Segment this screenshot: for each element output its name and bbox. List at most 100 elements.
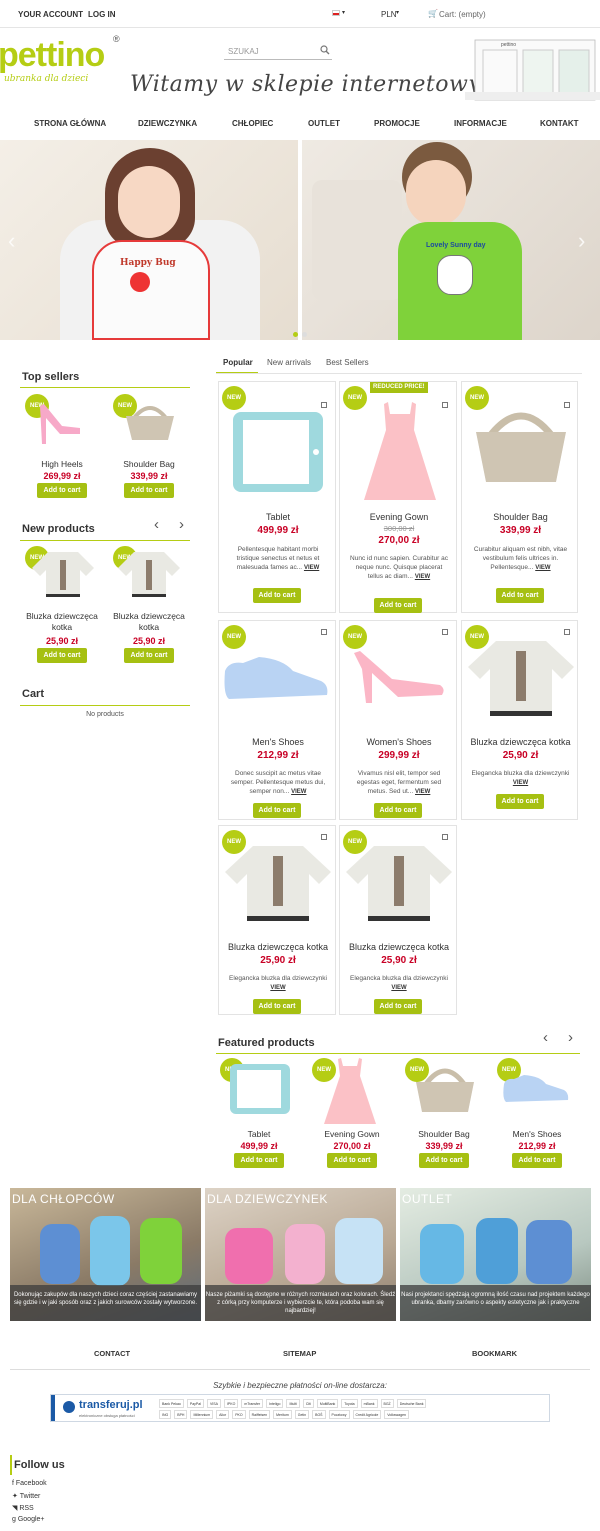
product-name[interactable]: Bluzka dziewczęca kotka (22, 611, 102, 633)
login-link[interactable]: LOG IN (88, 10, 116, 19)
add-to-cart-button[interactable]: Add to cart (419, 1153, 469, 1168)
next-arrow-icon[interactable]: › (568, 1029, 573, 1046)
tab-best-sellers[interactable]: Best Sellers (326, 358, 369, 367)
product-card[interactable]: NEW Shoulder Bag 339,99 zł Curabitur ali… (461, 381, 578, 613)
view-link[interactable]: VIEW (270, 985, 285, 991)
your-account-link[interactable]: YOUR ACCOUNT (18, 10, 83, 19)
cart-summary[interactable]: Cart: (empty) (439, 10, 486, 19)
add-to-cart-button[interactable]: Add to cart (496, 794, 544, 809)
add-to-cart-button[interactable]: Add to cart (37, 648, 87, 663)
nav-outlet[interactable]: OUTLET (308, 119, 340, 128)
product-card[interactable]: NEW Bluzka dziewczęca kotka 25,90 zł Ele… (339, 825, 457, 1015)
add-to-cart-button[interactable]: Add to cart (512, 1153, 562, 1168)
tablet-image[interactable] (228, 1062, 292, 1116)
search-icon[interactable] (320, 45, 330, 55)
language-flag-icon[interactable] (332, 10, 340, 16)
view-link[interactable]: VIEW (535, 565, 550, 571)
product-card[interactable]: NEW Men's Shoes 212,99 zł Donec suscipit… (218, 620, 336, 820)
logo[interactable]: pettino (0, 36, 105, 75)
shoulder-bag-image[interactable] (414, 1068, 476, 1114)
hero-slider[interactable]: Happy Bug Lovely Sunny day ‹ › (0, 140, 600, 340)
product-name[interactable]: Women's Shoes (340, 737, 458, 747)
product-card[interactable]: NEW Women's Shoes 299,99 zł Vivamus nisl… (339, 620, 457, 820)
compare-checkbox[interactable] (564, 629, 570, 635)
nav-contact[interactable]: KONTAKT (540, 119, 579, 128)
footer-sitemap-link[interactable]: SITEMAP (283, 1349, 316, 1358)
product-card[interactable]: NEW Tablet 499,99 zł Pellentesque habita… (218, 381, 336, 613)
add-to-cart-button[interactable]: Add to cart (374, 999, 422, 1014)
add-to-cart-button[interactable]: Add to cart (124, 483, 174, 498)
prev-arrow-icon[interactable]: ‹ (543, 1029, 548, 1046)
view-link[interactable]: VIEW (415, 789, 430, 795)
product-name[interactable]: Men's Shoes (494, 1129, 580, 1139)
add-to-cart-button[interactable]: Add to cart (253, 803, 301, 818)
prev-arrow-icon[interactable]: ‹ (154, 516, 159, 533)
slider-dot-active[interactable] (293, 332, 298, 337)
slider-next-icon[interactable]: › (578, 228, 585, 254)
nav-boy[interactable]: CHŁOPIEC (232, 119, 273, 128)
facebook-link[interactable]: f Facebook (12, 1480, 47, 1487)
add-to-cart-button[interactable]: Add to cart (253, 999, 301, 1014)
view-link[interactable]: VIEW (304, 565, 319, 571)
nav-home[interactable]: STRONA GŁÓWNA (34, 119, 106, 128)
add-to-cart-button[interactable]: Add to cart (327, 1153, 377, 1168)
add-to-cart-button[interactable]: Add to cart (253, 588, 301, 603)
rss-link[interactable]: ◥ RSS (12, 1504, 34, 1512)
product-name[interactable]: Bluzka dziewczęca kotka (462, 737, 579, 747)
product-name[interactable]: Tablet (216, 1129, 302, 1139)
compare-checkbox[interactable] (321, 629, 327, 635)
add-to-cart-button[interactable]: Add to cart (374, 803, 422, 818)
slider-dot[interactable] (302, 332, 307, 337)
compare-checkbox[interactable] (564, 402, 570, 408)
product-name[interactable]: Bluzka dziewczęca kotka (340, 942, 458, 952)
nav-girl[interactable]: DZIEWCZYNKA (138, 119, 197, 128)
add-to-cart-button[interactable]: Add to cart (374, 598, 422, 613)
product-name[interactable]: High Heels (22, 459, 102, 469)
product-card[interactable]: NEW REDUCED PRICE! Evening Gown 300,00 z… (339, 381, 457, 613)
compare-checkbox[interactable] (321, 834, 327, 840)
view-link[interactable]: VIEW (391, 985, 406, 991)
banner-boys[interactable]: DLA CHŁOPCÓW Dokonując zakupów dla naszy… (10, 1188, 201, 1321)
blouse-image[interactable] (116, 550, 182, 600)
product-name[interactable]: Men's Shoes (219, 737, 337, 747)
product-card[interactable]: NEW Bluzka dziewczęca kotka 25,90 zł Ele… (218, 825, 336, 1015)
blouse-image[interactable] (30, 550, 96, 600)
mens-shoes-image[interactable] (502, 1074, 570, 1104)
product-name[interactable]: Evening Gown (340, 512, 458, 522)
product-card[interactable]: NEW Bluzka dziewczęca kotka 25,90 zł Ele… (461, 620, 578, 820)
google-plus-link[interactable]: g Google+ (12, 1516, 45, 1523)
product-name[interactable]: Shoulder Bag (400, 1129, 488, 1139)
banner-girls[interactable]: DLA DZIEWCZYNEK Nasze piżamki są dostępn… (205, 1188, 396, 1321)
currency-select[interactable]: PLN (381, 10, 397, 19)
footer-bookmark-link[interactable]: BOOKMARK (472, 1349, 517, 1358)
evening-gown-image[interactable] (322, 1056, 378, 1126)
view-link[interactable]: VIEW (415, 574, 430, 580)
next-arrow-icon[interactable]: › (179, 516, 184, 533)
view-link[interactable]: VIEW (513, 780, 528, 786)
compare-checkbox[interactable] (442, 629, 448, 635)
search-input[interactable]: SZUKAJ (224, 42, 332, 60)
slider-prev-icon[interactable]: ‹ (8, 228, 15, 254)
product-name[interactable]: Bluzka dziewczęca kotka (219, 942, 337, 952)
tab-new-arrivals[interactable]: New arrivals (267, 358, 311, 367)
compare-checkbox[interactable] (321, 402, 327, 408)
product-name[interactable]: Shoulder Bag (462, 512, 579, 522)
product-name[interactable]: Shoulder Bag (108, 459, 190, 469)
product-name[interactable]: Evening Gown (308, 1129, 396, 1139)
nav-information[interactable]: INFORMACJE (454, 119, 507, 128)
product-name[interactable]: Tablet (219, 512, 337, 522)
add-to-cart-button[interactable]: Add to cart (496, 588, 544, 603)
nav-promotions[interactable]: PROMOCJE (374, 119, 420, 128)
shoulder-bag-image[interactable] (124, 404, 176, 442)
view-link[interactable]: VIEW (291, 789, 306, 795)
footer-contact-link[interactable]: CONTACT (94, 1349, 130, 1358)
high-heels-image[interactable] (34, 400, 84, 448)
compare-checkbox[interactable] (442, 402, 448, 408)
add-to-cart-button[interactable]: Add to cart (37, 483, 87, 498)
product-name[interactable]: Bluzka dziewczęca kotka (108, 611, 190, 633)
banner-outlet[interactable]: OUTLET Nasi projektanci spędzają ogromną… (400, 1188, 591, 1321)
compare-checkbox[interactable] (442, 834, 448, 840)
add-to-cart-button[interactable]: Add to cart (124, 648, 174, 663)
twitter-link[interactable]: ✦ Twitter (12, 1492, 40, 1500)
payment-providers-banner[interactable]: transferuj.pl elektroniczne obsługa płat… (50, 1394, 550, 1422)
